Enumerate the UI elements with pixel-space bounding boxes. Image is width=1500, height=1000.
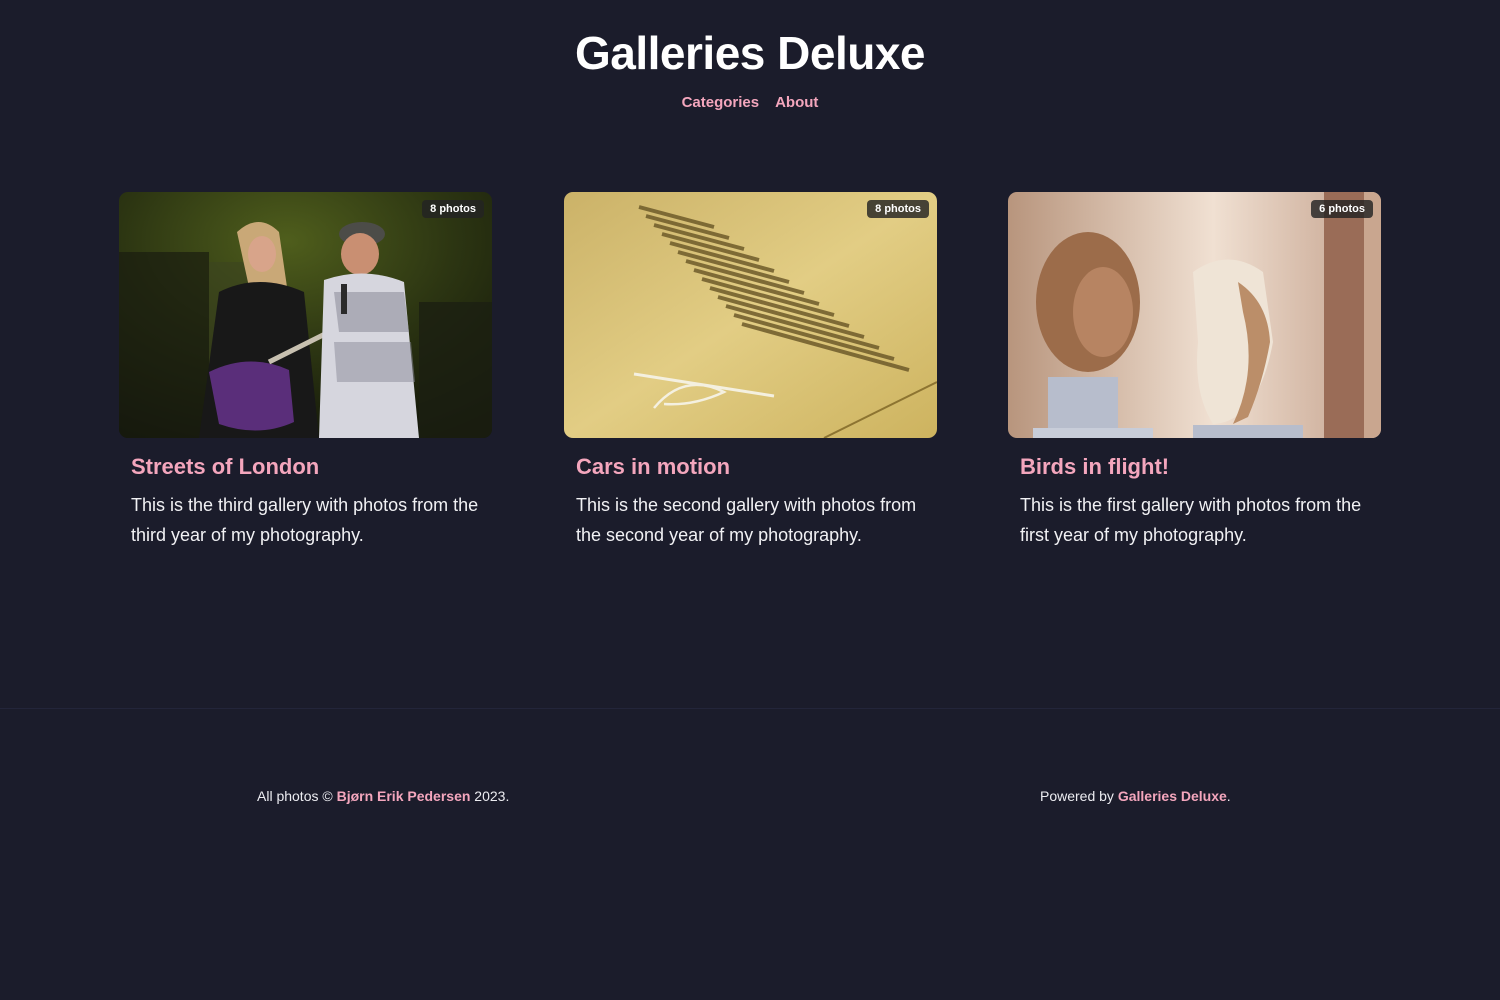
footer-divider xyxy=(0,708,1500,709)
concert-photo-image xyxy=(119,192,492,438)
copyright-prefix: All photos © xyxy=(257,788,333,804)
photo-count-badge: 8 photos xyxy=(422,200,484,218)
gallery-card[interactable]: 6 photos Birds in flight! This is the fi… xyxy=(1008,192,1381,545)
site-title[interactable]: Galleries Deluxe xyxy=(0,26,1500,80)
author-link[interactable]: Bjørn Erik Pedersen xyxy=(337,788,471,804)
powered-by-link[interactable]: Galleries Deluxe xyxy=(1118,788,1227,804)
powered-suffix: . xyxy=(1226,788,1231,804)
gallery-thumbnail[interactable]: 8 photos xyxy=(119,192,492,438)
gallery-thumbnail[interactable]: 6 photos xyxy=(1008,192,1381,438)
gallery-card[interactable]: 8 photos Cars in motion This is the seco… xyxy=(564,192,937,545)
footer-copyright: All photos © Bjørn Erik Pedersen 2023. xyxy=(257,788,509,804)
nav-categories-link[interactable]: Categories xyxy=(682,94,760,111)
gallery-description: This is the third gallery with photos fr… xyxy=(131,495,479,545)
copyright-year: 2023. xyxy=(474,788,510,804)
photo-count-badge: 6 photos xyxy=(1311,200,1373,218)
main-nav: Categories About xyxy=(0,94,1500,111)
car-photo-image xyxy=(564,192,937,438)
gallery-description: This is the first gallery with photos fr… xyxy=(1020,495,1362,545)
gallery-card[interactable]: 8 photos Streets of London This is the t… xyxy=(119,192,492,545)
photo-count-badge: 8 photos xyxy=(867,200,929,218)
footer-powered-by: Powered by Galleries Deluxe. xyxy=(1040,788,1231,804)
gallery-description: This is the second gallery with photos f… xyxy=(576,495,917,545)
gallery-thumbnail[interactable]: 8 photos xyxy=(564,192,937,438)
gallery-title[interactable]: Streets of London xyxy=(131,454,491,480)
gallery-title[interactable]: Cars in motion xyxy=(576,454,936,480)
sculpture-photo-image xyxy=(1008,192,1381,438)
site-header: Galleries Deluxe Categories About xyxy=(0,0,1500,150)
gallery-title[interactable]: Birds in flight! xyxy=(1020,454,1380,480)
nav-about-link[interactable]: About xyxy=(775,94,818,111)
powered-prefix: Powered by xyxy=(1040,788,1114,804)
